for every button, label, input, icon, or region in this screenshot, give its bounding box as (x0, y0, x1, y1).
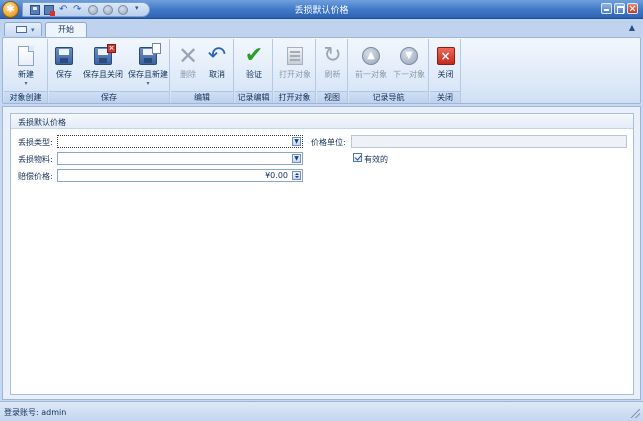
maximize-button[interactable] (614, 3, 625, 14)
save-close-icon: × (94, 44, 116, 65)
valid-label: 有效的 (364, 155, 388, 164)
group-edit: ✕ 删除 ↶ 取消 编辑 (171, 39, 234, 103)
resize-grip-icon[interactable] (631, 409, 640, 418)
content-area: 丢损默认价格 丢损类型: ▼ 价格单位: 丢损物料: ▼ 有效的 赔偿价格: ¥… (2, 106, 641, 400)
group-view: ↻ 刷新 视图 (317, 39, 348, 103)
section-title: 丢损默认价格 (18, 118, 66, 127)
save-icon (55, 47, 73, 65)
tab-start[interactable]: 开始 (45, 22, 87, 37)
group-label-create: 对象创建 (4, 91, 47, 103)
chevron-down-icon: ▾ (24, 80, 28, 87)
close-icon: × (436, 47, 455, 65)
arrow-down-icon: ▼ (400, 47, 418, 65)
spinner-icon[interactable] (292, 171, 301, 180)
panel-header: 丢损默认价格 (11, 114, 633, 129)
loss-material-label: 丢损物料: (18, 155, 53, 164)
window-menu-icon (16, 26, 27, 33)
minimize-button[interactable] (601, 3, 612, 14)
price-unit-label: 价格单位: (311, 138, 346, 147)
group-close: × 关闭 关闭 (430, 39, 461, 103)
status-bar: 登录账号: admin (0, 401, 643, 421)
new-button[interactable]: 新建 ▾ (7, 41, 45, 89)
title-bar: ✱ ↶ ↷ ▾ 丢损默认价格 (0, 0, 643, 19)
previous-object-button[interactable]: ▲ 前一对象 (353, 41, 389, 89)
group-label-save: 保存 (49, 91, 169, 103)
group-record-nav: ▲ 前一对象 ▼ 下一对象 记录导航 (349, 39, 429, 103)
group-label-open-object: 打开对象 (274, 91, 315, 103)
chevron-down-icon[interactable]: ▼ (292, 154, 301, 163)
price-unit-field[interactable] (351, 135, 627, 148)
open-object-icon (287, 47, 303, 65)
ribbon: 新建 ▾ 对象创建 保存 × 保存且关闭 保存且新建 ▾ 保存 ✕ 删除 ↶ 取… (2, 37, 641, 104)
close-window-button[interactable] (627, 3, 638, 14)
save-close-button[interactable]: × 保存且关闭 (83, 41, 123, 89)
checkmark-icon: ✔ (244, 43, 264, 68)
open-object-button[interactable]: 打开对象 (277, 41, 313, 89)
window-title: 丢损默认价格 (294, 6, 349, 16)
delete-button[interactable]: ✕ 删除 (175, 41, 201, 89)
group-label-edit: 编辑 (171, 91, 233, 103)
delete-icon: ✕ (178, 42, 199, 70)
login-account-text: 登录账号: admin (4, 408, 67, 417)
group-label-close: 关闭 (430, 91, 460, 103)
form-panel: 丢损默认价格 丢损类型: ▼ 价格单位: 丢损物料: ▼ 有效的 赔偿价格: ¥… (10, 113, 634, 395)
valid-checkbox[interactable] (353, 153, 362, 162)
cancel-button[interactable]: ↶ 取消 (204, 41, 230, 89)
close-button[interactable]: × 关闭 (433, 41, 458, 89)
loss-material-select[interactable]: ▼ (57, 152, 303, 165)
ribbon-menu-button[interactable]: ▾ (4, 22, 42, 36)
ribbon-tab-row: ▾ 开始 ▲ (0, 19, 643, 37)
undo-icon: ↶ (207, 43, 227, 68)
group-label-record-edit: 记录编辑 (235, 91, 272, 103)
chevron-down-icon: ▾ (31, 26, 35, 34)
refresh-icon: ↻ (323, 43, 342, 68)
compensation-price-label: 赔偿价格: (18, 172, 53, 181)
compensation-price-input[interactable]: ¥0.00 (57, 169, 303, 182)
save-new-button[interactable]: 保存且新建 ▾ (128, 41, 168, 89)
chevron-down-icon: ▾ (146, 80, 150, 87)
group-label-view: 视图 (317, 91, 347, 103)
save-button[interactable]: 保存 (52, 41, 76, 89)
refresh-button[interactable]: ↻ 刷新 (320, 41, 345, 89)
group-save: 保存 × 保存且关闭 保存且新建 ▾ 保存 (49, 39, 170, 103)
loss-type-label: 丢损类型: (18, 138, 53, 147)
group-create: 新建 ▾ 对象创建 (4, 39, 48, 103)
verify-button[interactable]: ✔ 验证 (241, 41, 267, 89)
chevron-down-icon[interactable]: ▼ (292, 137, 301, 146)
ribbon-collapse-icon[interactable]: ▲ (627, 23, 637, 33)
new-document-icon (18, 46, 34, 66)
group-record-edit: ✔ 验证 记录编辑 (235, 39, 273, 103)
loss-type-select[interactable]: ▼ (57, 135, 303, 148)
group-open-object: 打开对象 打开对象 (274, 39, 316, 103)
save-new-icon (139, 43, 161, 65)
arrow-up-icon: ▲ (362, 47, 380, 65)
next-object-button[interactable]: ▼ 下一对象 (391, 41, 427, 89)
group-label-record-nav: 记录导航 (349, 91, 428, 103)
